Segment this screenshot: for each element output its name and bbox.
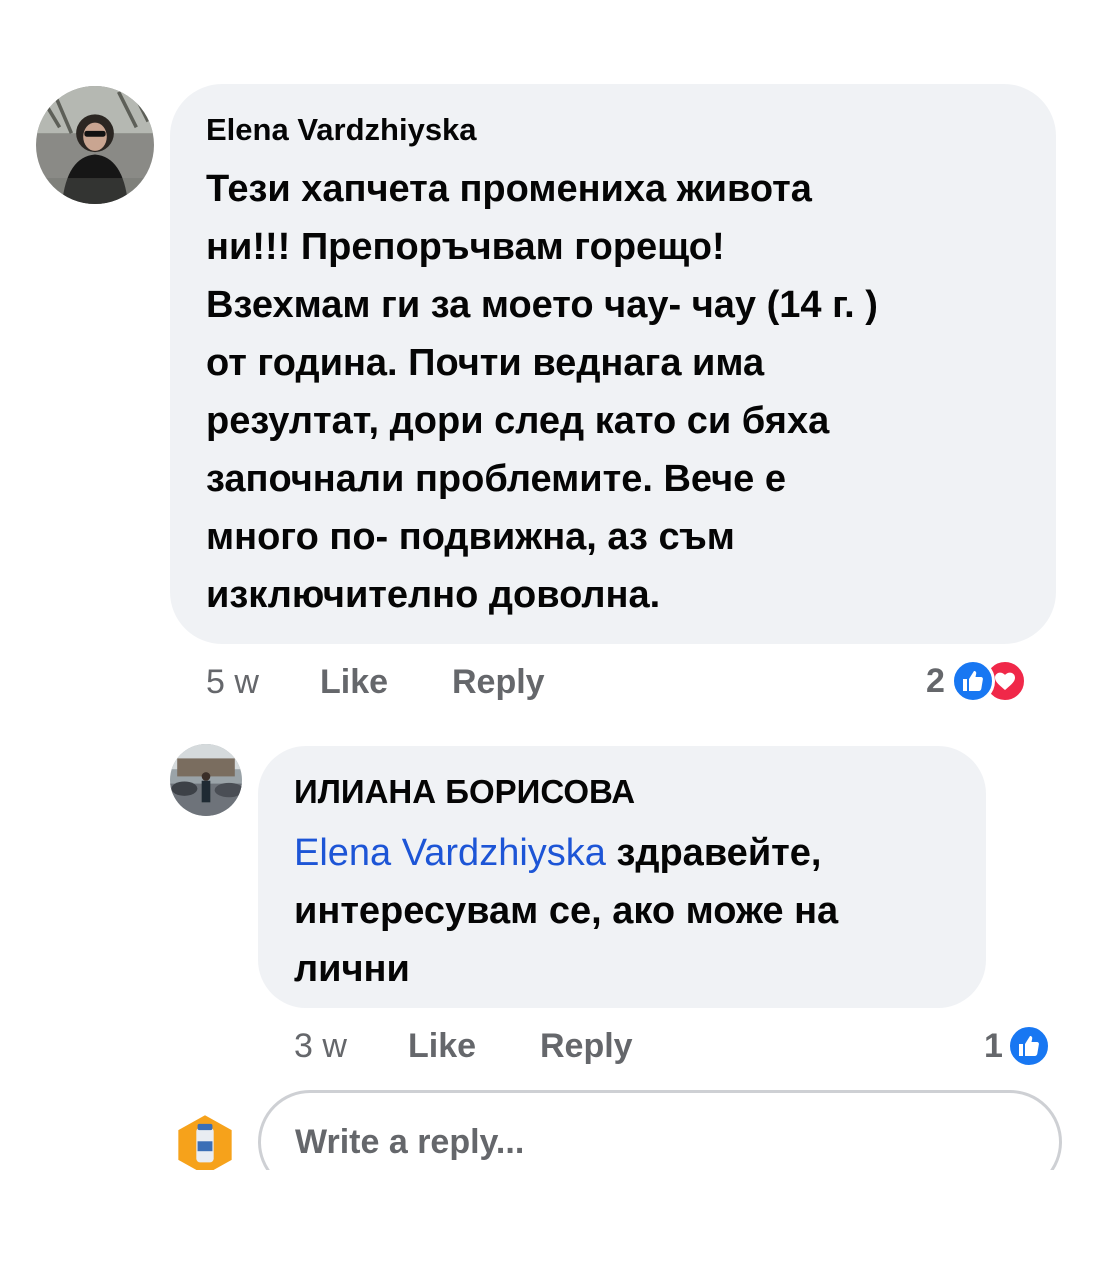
bottom-crop xyxy=(0,1170,1097,1280)
reply-button[interactable]: Reply xyxy=(540,1027,633,1066)
like-icon xyxy=(1006,1024,1051,1068)
author-mention[interactable]: Elena Vardzhiyska xyxy=(294,832,606,874)
current-user-avatar[interactable] xyxy=(174,1114,236,1176)
reaction-summary[interactable]: 2 xyxy=(926,656,1027,706)
like-button[interactable]: Like xyxy=(408,1027,540,1066)
like-button[interactable]: Like xyxy=(320,663,452,702)
product-logo-icon xyxy=(178,1115,232,1175)
avatar-iliana[interactable] xyxy=(170,744,242,816)
comment-text-line: лични xyxy=(294,948,410,990)
reply-bubble: ИЛИАНА БОРИСОВА Elena Vardzhiyska здраве… xyxy=(258,746,986,1008)
reaction-count: 1 xyxy=(984,1026,1003,1065)
avatar-elena[interactable] xyxy=(36,86,154,204)
comment-text-line: много по- подвижна, аз съм xyxy=(206,516,735,558)
comment-text-line: ни!!! Препоръчвам горещо! xyxy=(206,226,725,268)
comment-text-line: интересувам се, ако може на xyxy=(294,890,839,932)
reaction-count: 2 xyxy=(926,661,945,700)
like-icon xyxy=(950,659,995,703)
comment-timestamp[interactable]: 5 w xyxy=(206,663,320,702)
comment-author[interactable]: ИЛИАНА БОРИСОВА xyxy=(294,772,950,812)
comment-text-line: от година. Почти веднага има xyxy=(206,342,765,384)
comment-bubble: Elena Vardzhiyska Тези хапчета промениха… xyxy=(170,84,1056,644)
reaction-summary[interactable]: 1 xyxy=(984,1021,1051,1071)
comment-text-line: Взехмам ги за моето чау- чау (14 г. ) xyxy=(206,284,878,326)
avatar-iliana-image xyxy=(170,744,242,816)
avatar-elena-image xyxy=(36,86,154,204)
comment-text-line: резултат, дори след като си бяха xyxy=(206,400,830,442)
comment-author[interactable]: Elena Vardzhiyska xyxy=(206,110,1020,150)
comment-actions: 5 w Like Reply xyxy=(206,658,545,706)
comment-text-line: Тези хапчета промениха живота xyxy=(206,168,812,210)
comment-timestamp[interactable]: 3 w xyxy=(294,1027,408,1066)
reply-button[interactable]: Reply xyxy=(452,663,545,702)
comment-text-fragment: здравейте, xyxy=(605,832,822,874)
comment-text-line: Elena Vardzhiyska здравейте, xyxy=(294,824,950,882)
comment-text-line: започнали проблемите. Вече е xyxy=(206,458,786,500)
comment-actions: 3 w Like Reply xyxy=(294,1022,633,1070)
comment-text-line: изключително доволна. xyxy=(206,574,661,616)
